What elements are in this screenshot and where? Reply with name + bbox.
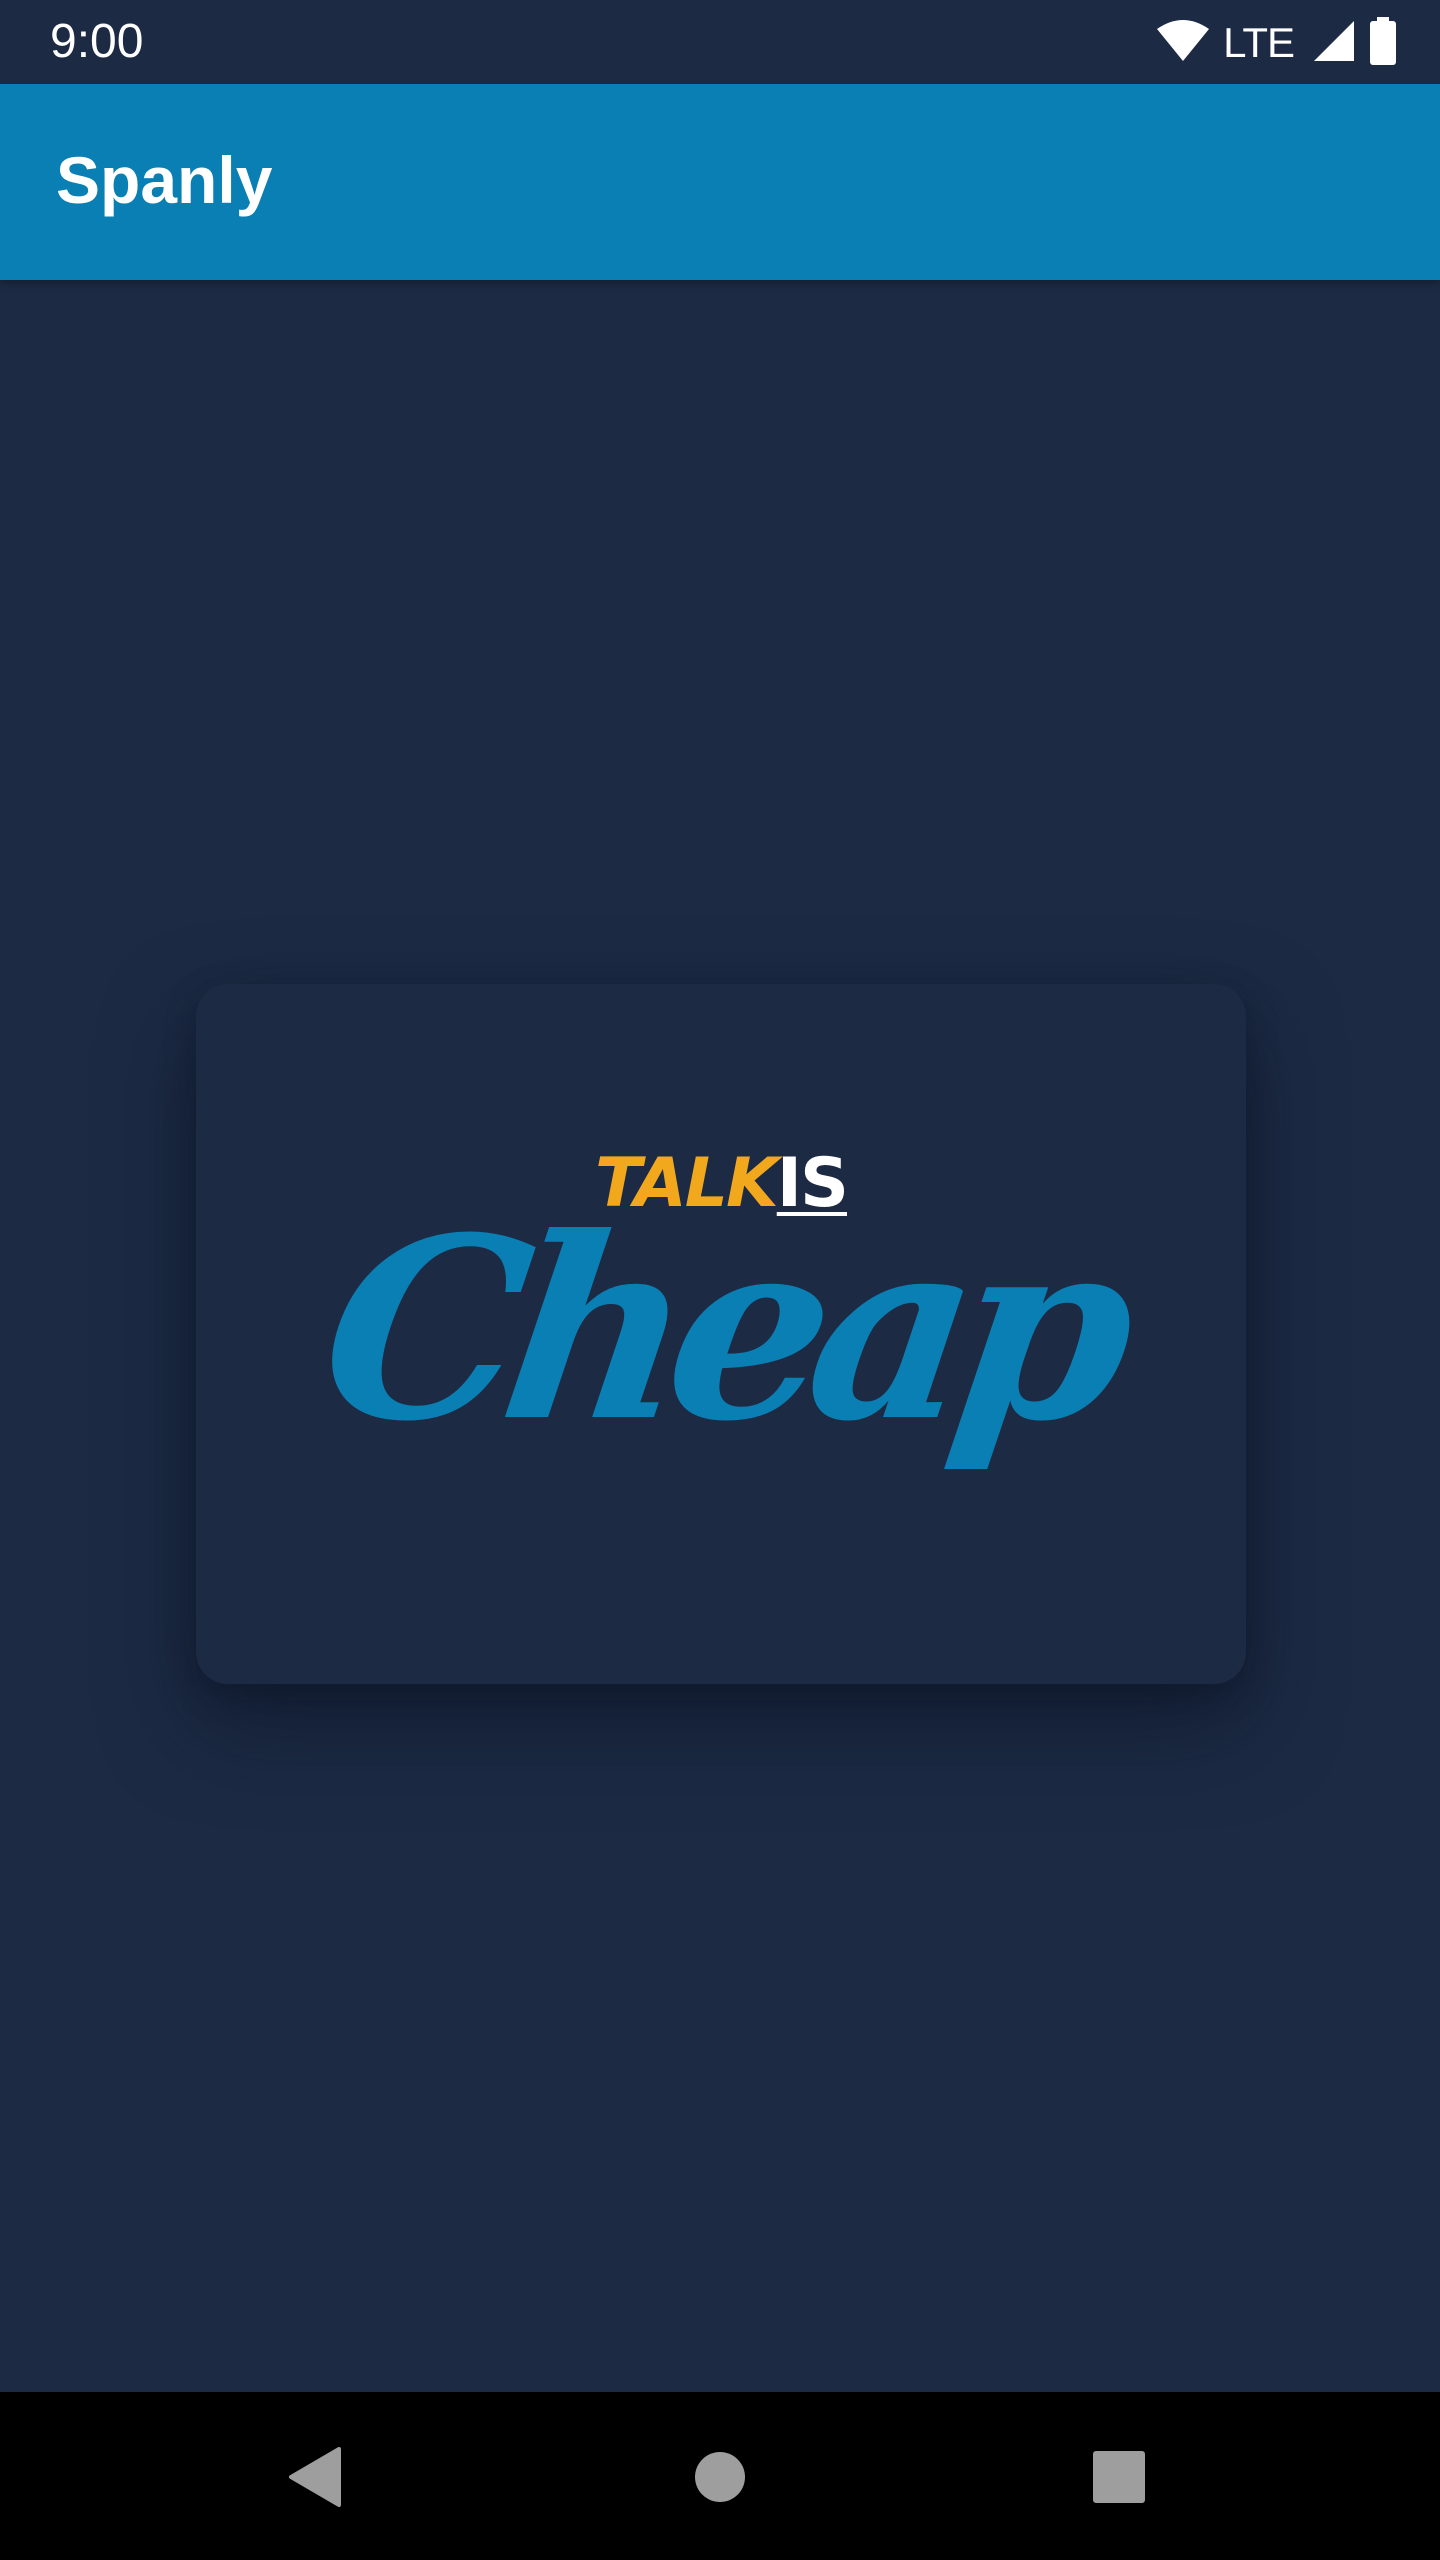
home-icon: [695, 2452, 745, 2502]
status-bar: 9:00 LTE: [0, 0, 1440, 84]
logo-card: TALKIS Cheap: [196, 984, 1246, 1684]
battery-icon: [1368, 16, 1398, 70]
wifi-icon: [1155, 19, 1211, 68]
talk-is-cheap-logo: TALKIS Cheap: [196, 984, 1246, 1684]
back-icon: [289, 2447, 341, 2507]
recents-icon: [1093, 2451, 1145, 2503]
navigation-bar: [0, 2392, 1440, 2560]
back-button[interactable]: [270, 2432, 360, 2522]
network-type-label: LTE: [1223, 19, 1295, 66]
status-time: 9:00: [50, 15, 144, 68]
recents-button[interactable]: [1074, 2432, 1164, 2522]
status-icons: LTE: [1155, 16, 1398, 70]
logo-cheap-text: Cheap: [307, 1182, 1135, 1476]
app-bar: Spanly: [0, 84, 1440, 280]
app-title: Spanly: [56, 143, 273, 217]
home-button[interactable]: [675, 2432, 765, 2522]
cell-signal-icon: [1312, 19, 1356, 68]
